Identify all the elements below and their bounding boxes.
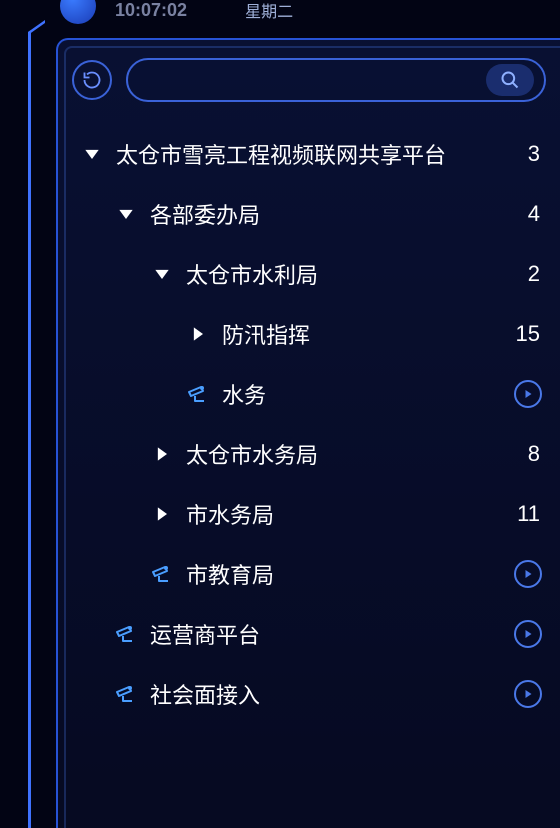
search-input[interactable] <box>148 70 486 91</box>
chevron-right-icon <box>146 444 178 464</box>
chevron-right-icon <box>182 324 214 344</box>
camera-icon <box>110 682 142 706</box>
refresh-icon <box>82 70 102 90</box>
camera-icon <box>146 562 178 586</box>
tree-node[interactable]: 太仓市水利局2 <box>72 244 546 304</box>
tree-node[interactable]: 各部委办局4 <box>72 184 546 244</box>
camera-icon <box>182 382 214 406</box>
tree-view: 太仓市雪亮工程视频联网共享平台3各部委办局4太仓市水利局2防汛指挥15水务太仓市… <box>72 120 546 724</box>
tree-node-count: 4 <box>506 201 546 227</box>
chevron-right-icon <box>146 504 178 524</box>
play-icon <box>522 628 534 640</box>
tree-node[interactable]: 防汛指挥15 <box>72 304 546 364</box>
search-icon <box>500 70 520 90</box>
tree-node-label: 各部委办局 <box>150 198 506 230</box>
decorative-rail <box>28 36 36 828</box>
play-icon <box>522 388 534 400</box>
tree-node[interactable]: 社会面接入 <box>72 664 546 724</box>
tree-node-label: 市水务局 <box>186 498 506 530</box>
tree-node-label: 防汛指挥 <box>222 318 506 350</box>
toolbar <box>72 58 546 102</box>
camera-icon <box>110 622 142 646</box>
tree-node[interactable]: 运营商平台 <box>72 604 546 664</box>
tree-node[interactable]: 太仓市雪亮工程视频联网共享平台3 <box>72 124 546 184</box>
play-button[interactable] <box>514 680 542 708</box>
play-button[interactable] <box>514 380 542 408</box>
tree-node[interactable]: 太仓市水务局8 <box>72 424 546 484</box>
header-day-label: 星期二 <box>227 0 293 22</box>
search-field[interactable] <box>126 58 546 102</box>
chevron-down-icon <box>76 144 108 164</box>
tree-node[interactable]: 市教育局 <box>72 544 546 604</box>
play-button[interactable] <box>514 560 542 588</box>
refresh-button[interactable] <box>72 60 112 100</box>
tree-node-count: 3 <box>506 141 546 167</box>
tree-node-label: 水务 <box>222 378 514 410</box>
logo-circle <box>60 0 96 24</box>
tree-node[interactable]: 市水务局11 <box>72 484 546 544</box>
tree-node-count: 2 <box>506 261 546 287</box>
tree-node-label: 社会面接入 <box>150 678 514 710</box>
tree-node-label: 太仓市水利局 <box>186 258 506 290</box>
tree-node[interactable]: 水务 <box>72 364 546 424</box>
sidebar-panel: 太仓市雪亮工程视频联网共享平台3各部委办局4太仓市水利局2防汛指挥15水务太仓市… <box>56 38 560 828</box>
tree-node-count: 8 <box>506 441 546 467</box>
tree-node-label: 运营商平台 <box>150 618 514 650</box>
play-button[interactable] <box>514 620 542 648</box>
search-button[interactable] <box>486 64 534 96</box>
play-icon <box>522 568 534 580</box>
play-icon <box>522 688 534 700</box>
tree-node-count: 11 <box>506 501 546 527</box>
chevron-down-icon <box>110 204 142 224</box>
chevron-down-icon <box>146 264 178 284</box>
tree-node-label: 太仓市雪亮工程视频联网共享平台 <box>116 138 506 170</box>
header-time: 10:07:02 <box>115 0 187 21</box>
tree-node-label: 市教育局 <box>186 558 514 590</box>
tree-node-label: 太仓市水务局 <box>186 438 506 470</box>
tree-node-count: 15 <box>506 321 546 347</box>
